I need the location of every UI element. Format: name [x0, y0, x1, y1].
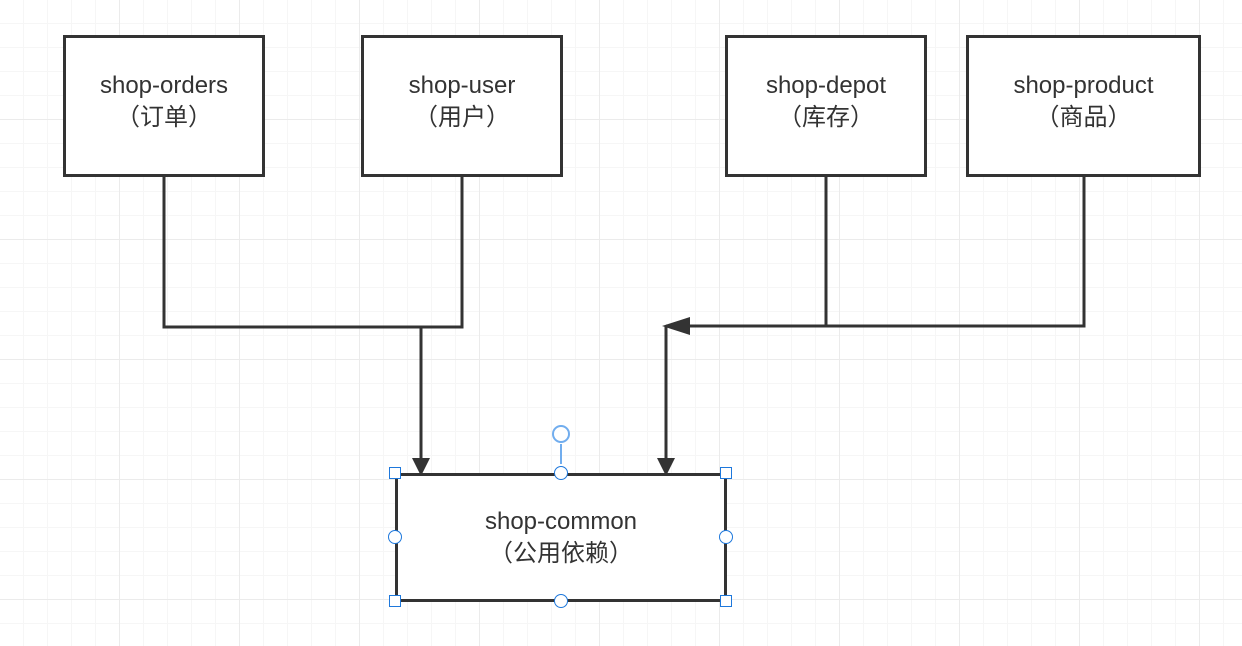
resize-handle-right[interactable]	[719, 530, 733, 544]
connector-user-to-junction[interactable]	[421, 176, 464, 329]
node-label: shop-user （用户）	[409, 70, 516, 142]
rotate-handle[interactable]	[552, 425, 570, 443]
node-name: shop-orders	[99, 72, 229, 99]
resize-handle-bottom-right[interactable]	[720, 595, 732, 607]
resize-handle-left[interactable]	[388, 530, 402, 544]
node-shop-user[interactable]: shop-user （用户）	[361, 35, 563, 177]
node-desc: （订单）	[116, 104, 212, 131]
node-shop-depot[interactable]: shop-depot （库存）	[725, 35, 927, 177]
node-desc: （库存）	[778, 104, 874, 131]
node-name: shop-depot	[765, 72, 887, 99]
node-shop-orders[interactable]: shop-orders （订单）	[63, 35, 265, 177]
node-name: shop-user	[408, 72, 516, 99]
resize-handle-top-left[interactable]	[389, 467, 401, 479]
node-shop-product[interactable]: shop-product （商品）	[966, 35, 1201, 177]
resize-handle-bottom[interactable]	[554, 594, 568, 608]
node-label: shop-orders （订单）	[100, 70, 228, 142]
node-name: shop-common	[484, 507, 638, 535]
node-label: shop-common （公用依赖）	[485, 506, 637, 570]
node-label: shop-product （商品）	[1013, 70, 1153, 142]
connector-orders-to-junction[interactable]	[162, 176, 421, 329]
node-desc: （用户）	[413, 104, 510, 131]
resize-handle-bottom-left[interactable]	[389, 595, 401, 607]
node-desc: （公用依赖）	[489, 539, 633, 567]
node-desc: （商品）	[1035, 104, 1132, 131]
node-label: shop-depot （库存）	[766, 70, 886, 142]
diagram-canvas[interactable]: shop-orders （订单） shop-user （用户） shop-dep…	[0, 0, 1242, 646]
node-name: shop-product	[1013, 72, 1154, 99]
connector-depot-to-junction[interactable]	[666, 176, 828, 328]
resize-handle-top-right[interactable]	[720, 467, 732, 479]
resize-handle-top[interactable]	[554, 466, 568, 480]
node-shop-common[interactable]: shop-common （公用依赖）	[395, 473, 727, 602]
rotate-handle-stem	[560, 444, 562, 464]
connector-product-to-junction[interactable]	[826, 176, 1086, 328]
